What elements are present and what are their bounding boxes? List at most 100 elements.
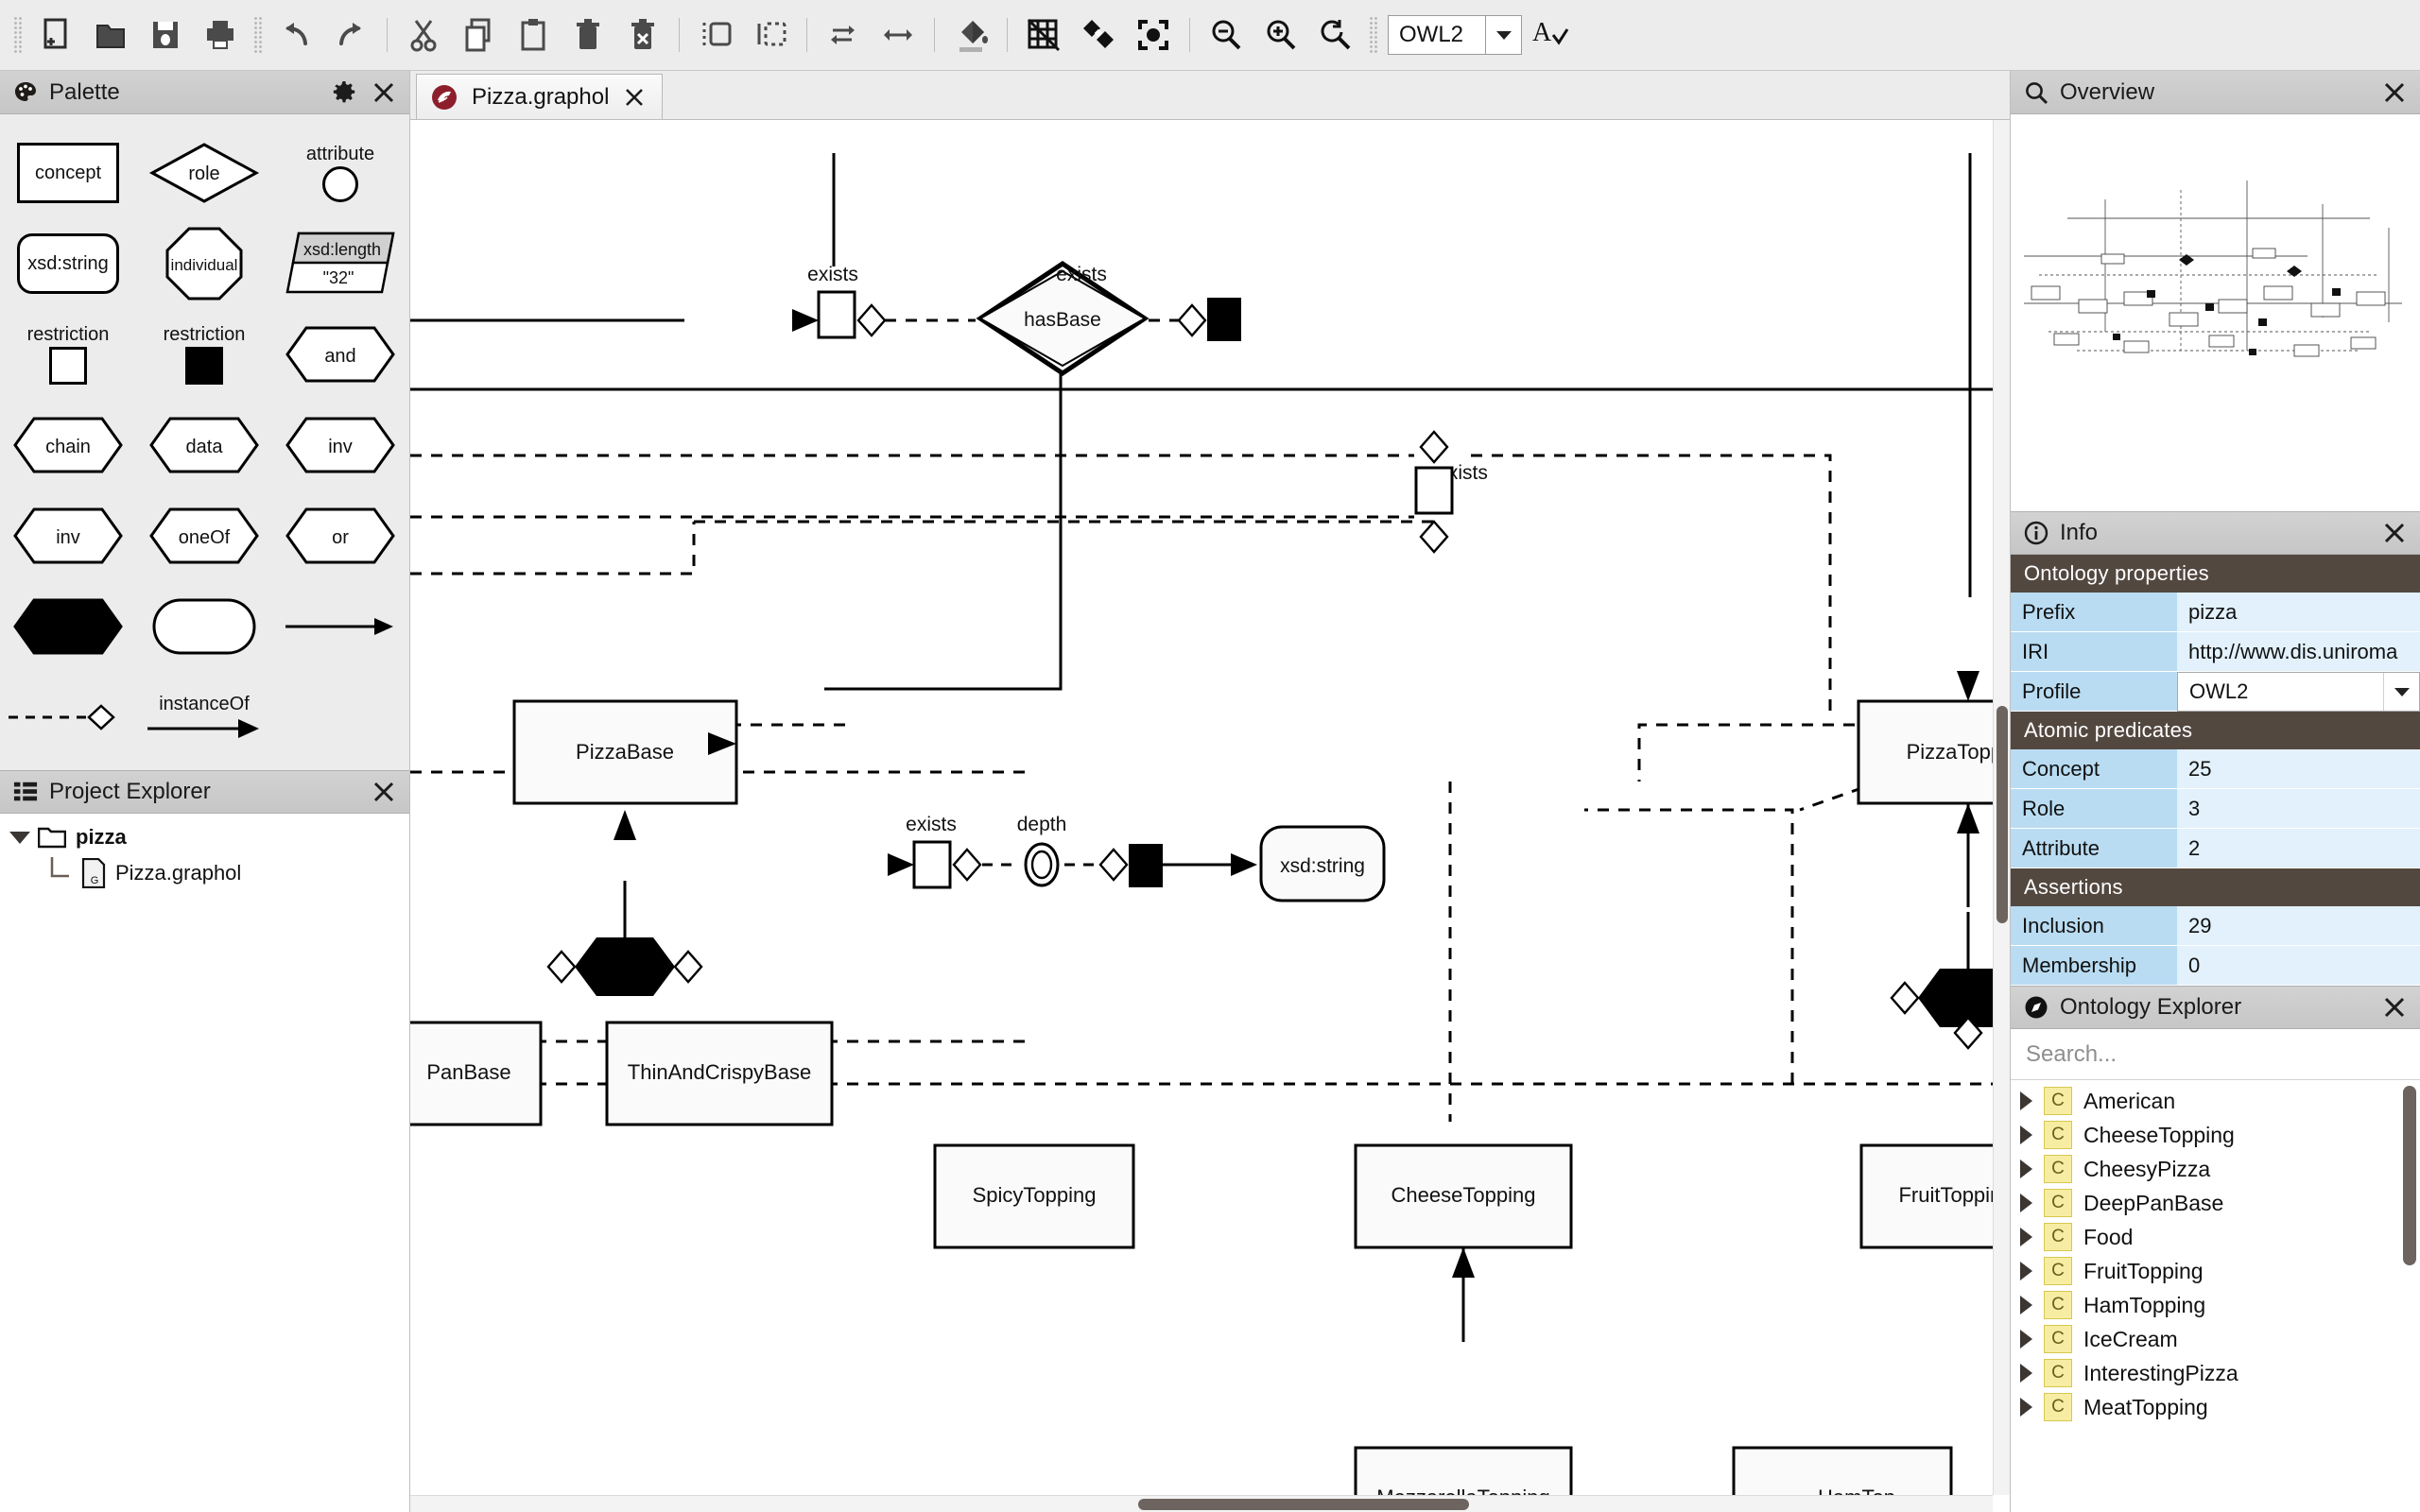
palette-item-oneof[interactable]: oneOf [136,490,272,581]
chevron-right-icon[interactable] [2020,1160,2032,1178]
toolbar-separator-5 [1007,18,1008,52]
profile-select[interactable]: OWL2 [1388,15,1522,55]
palette-item-equivalence-edge[interactable] [0,672,136,763]
list-item[interactable]: C MeatTopping [2011,1390,2420,1424]
paste-button[interactable] [506,8,561,62]
role-shape: role [148,143,260,203]
chevron-right-icon[interactable] [2020,1398,2032,1417]
list-item[interactable]: C IceCream [2011,1322,2420,1356]
redo-button[interactable] [323,8,378,62]
canvas-vscroll-thumb[interactable] [1996,706,2008,923]
list-item[interactable]: C CheeseTopping [2011,1118,2420,1152]
palette-item-chain[interactable]: chain [0,400,136,490]
chevron-right-icon[interactable] [2020,1364,2032,1383]
delete-button[interactable] [561,8,615,62]
palette-item-data[interactable]: data [136,400,272,490]
toggle-edge-equivalence-button[interactable] [871,8,925,62]
close-icon[interactable] [370,778,398,806]
info-profile-select[interactable]: OWL2 [2177,672,2420,712]
syntax-check-button[interactable]: A [1522,8,1577,62]
close-icon[interactable] [370,78,398,107]
palette-item-restriction-white[interactable]: restriction [0,309,136,400]
info-value-prefix[interactable]: pizza [2177,593,2420,632]
canvas-horizontal-scrollbar[interactable] [410,1495,1993,1512]
chevron-down-icon[interactable] [2383,673,2419,711]
chevron-right-icon[interactable] [2020,1091,2032,1110]
palette-item-restriction-black[interactable]: restriction [136,309,272,400]
palette-item-individual[interactable]: individual [136,218,272,309]
center-diagram-button[interactable] [1126,8,1181,62]
new-diagram-button[interactable] [28,8,83,62]
chevron-right-icon[interactable] [2020,1330,2032,1349]
remove-breakpoint-button[interactable] [1071,8,1126,62]
info-value-iri[interactable]: http://www.dis.uniroma [2177,632,2420,672]
list-item-label: American [2083,1088,2176,1113]
canvas-vertical-scrollbar[interactable] [1993,120,2010,1495]
canvas-hscroll-thumb[interactable] [1138,1499,1469,1510]
palette-item-facet[interactable]: xsd:length "32" [272,218,408,309]
ontology-search-box[interactable] [2011,1029,2420,1080]
list-item[interactable]: C Food [2011,1220,2420,1254]
chevron-right-icon[interactable] [2020,1194,2032,1212]
print-button[interactable] [193,8,248,62]
diagram-graph[interactable]: hasBase exists exists exists PizzaBase P… [410,120,2010,1512]
toolbar-grip-3[interactable] [1369,16,1378,54]
chevron-down-icon[interactable] [1485,16,1521,54]
list-item[interactable]: C CheesyPizza [2011,1152,2420,1186]
palette-item-inclusion-edge[interactable] [272,581,408,672]
chevron-down-icon[interactable] [9,831,30,844]
toolbar-grip-2[interactable] [253,16,263,54]
zoom-out-button[interactable] [1199,8,1253,62]
chevron-right-icon[interactable] [2020,1125,2032,1144]
toolbar-grip[interactable] [13,16,23,54]
palette-item-value-domain-string[interactable]: xsd:string [0,218,136,309]
list-item[interactable]: C DeepPanBase [2011,1186,2420,1220]
tab-close-icon[interactable] [622,85,647,110]
chevron-right-icon[interactable] [2020,1228,2032,1246]
list-item[interactable]: C HamTopping [2011,1288,2420,1322]
undo-button[interactable] [268,8,323,62]
ontology-item-list[interactable]: C American C CheeseTopping C CheesyPizza [2011,1080,2420,1512]
snap-to-grid-button[interactable] [1016,8,1071,62]
palette-item-attribute[interactable]: attribute [272,128,408,218]
list-item[interactable]: C FruitTopping [2011,1254,2420,1288]
diagram-canvas[interactable]: hasBase exists exists exists PizzaBase P… [410,120,2010,1512]
palette-item-membership-edge[interactable]: instanceOf [136,672,272,763]
palette-item-inv-2[interactable]: inv [0,490,136,581]
node-ThinAndCrispyBase: ThinAndCrispyBase [605,1021,834,1126]
cut-button[interactable] [396,8,451,62]
list-item[interactable]: C InterestingPizza [2011,1356,2420,1390]
ontology-list-scrollbar[interactable] [2403,1086,2416,1265]
zoom-in-button[interactable] [1253,8,1308,62]
palette-item-range-restriction[interactable] [136,581,272,672]
close-icon[interactable] [2380,78,2409,107]
gear-icon[interactable] [330,78,358,107]
list-item[interactable]: C American [2011,1084,2420,1118]
overview-minimap[interactable] [2011,114,2420,511]
palette-item-and[interactable]: and [272,309,408,400]
chevron-right-icon[interactable] [2020,1296,2032,1314]
send-to-back-button[interactable] [743,8,798,62]
zoom-reset-button[interactable] [1308,8,1363,62]
copy-button[interactable] [451,8,506,62]
purge-button[interactable] [615,8,670,62]
tree-item-diagram[interactable]: G Pizza.graphol [0,855,409,891]
close-icon[interactable] [2380,519,2409,547]
chevron-right-icon[interactable] [2020,1262,2032,1280]
palette-item-disjoint-union[interactable] [0,581,136,672]
palette-item-or[interactable]: or [272,490,408,581]
editor-area: Pizza.graphol hasBase exists exists exis… [410,71,2010,1512]
set-brush-button[interactable] [943,8,998,62]
palette-item-concept[interactable]: concept [0,128,136,218]
close-icon[interactable] [2380,993,2409,1022]
save-button[interactable] [138,8,193,62]
bring-to-front-button[interactable] [688,8,743,62]
open-button[interactable] [83,8,138,62]
search-input[interactable] [2024,1040,2420,1069]
info-row-attribute: Attribute 2 [2011,829,2420,868]
palette-item-role[interactable]: role [136,128,272,218]
tree-item-project-root[interactable]: pizza [0,819,409,855]
tab-pizza-graphol[interactable]: Pizza.graphol [416,74,664,119]
palette-item-inv-1[interactable]: inv [272,400,408,490]
swap-edge-button[interactable] [816,8,871,62]
